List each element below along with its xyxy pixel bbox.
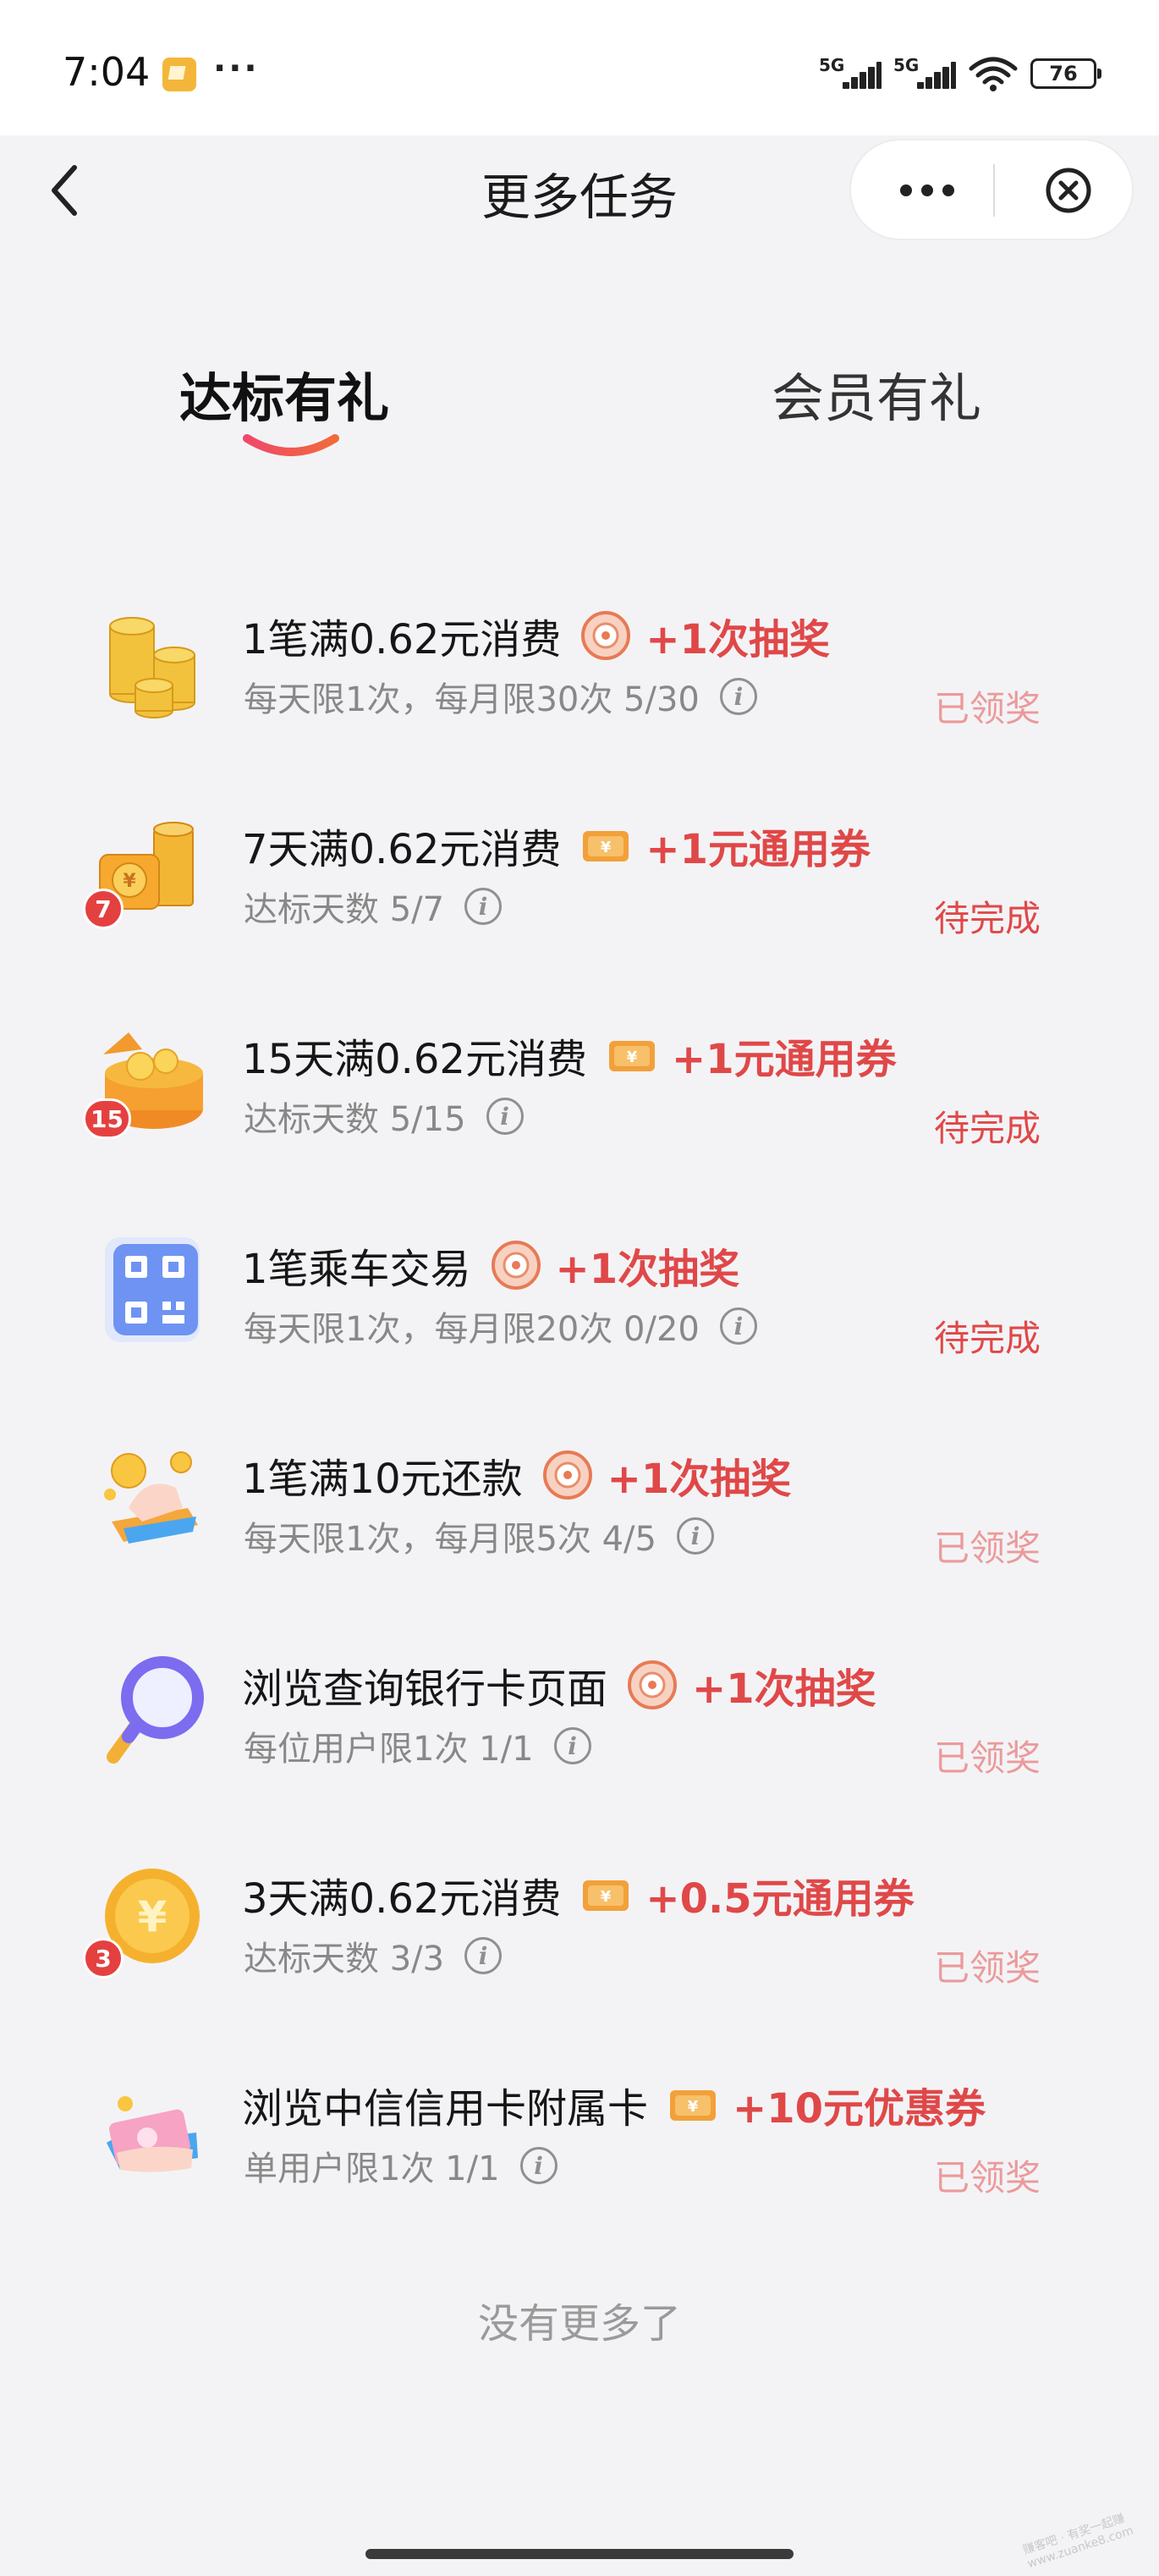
coupon-icon: ¥: [580, 1869, 632, 1921]
task-limit: 单用户限1次 1/1: [244, 2149, 500, 2188]
task-limit: 每天限1次，每月限30次 5/30: [244, 680, 700, 719]
close-circle-icon[interactable]: [1044, 166, 1093, 215]
capsule-divider: [993, 164, 995, 217]
task-reward: +1次抽奖: [555, 1246, 740, 1293]
home-indicator[interactable]: [365, 2549, 794, 2559]
lottery-disc-icon: [541, 1449, 594, 1501]
task-progress: 达标天数 5/15: [244, 1100, 466, 1139]
wifi-icon: [969, 57, 1018, 91]
tab-active-indicator: [243, 434, 339, 456]
signal-label: 5G: [893, 55, 920, 75]
hand-coin-icon: [104, 1451, 198, 1544]
task-title: 1笔乘车交易: [242, 1246, 471, 1293]
status-badge: 已领奖: [933, 688, 1041, 729]
task-reward: +1元通用券: [671, 1036, 897, 1083]
battery-icon: 76: [1030, 58, 1101, 89]
task-reward: +1次抽奖: [692, 1665, 876, 1713]
info-icon[interactable]: i: [486, 1098, 524, 1135]
status-badge: 待完成: [933, 1318, 1041, 1359]
info-icon[interactable]: i: [677, 1517, 714, 1555]
svg-text:¥: ¥: [627, 1049, 638, 1066]
info-icon[interactable]: i: [464, 888, 503, 925]
info-icon[interactable]: i: [719, 1307, 757, 1345]
battery-level: 76: [1049, 62, 1078, 85]
task-row[interactable]: ¥ 7 7天满0.62元消费 ¥ +1元通用券 达标天数 5/7 i 待完成: [0, 811, 1159, 997]
lottery-disc-icon: [626, 1659, 678, 1711]
task-reward: +1次抽奖: [645, 616, 831, 663]
task-reward: +1元通用券: [645, 826, 871, 873]
task-row[interactable]: 浏览查询银行卡页面 +1次抽奖 每位用户限1次 1/1 i 已领奖: [0, 1650, 1159, 1836]
magnifier-icon: [107, 1656, 204, 1764]
coin-stack-icon: [109, 617, 195, 718]
info-icon[interactable]: i: [719, 678, 757, 715]
task-limit: 每天限1次，每月限20次 0/20: [244, 1310, 700, 1349]
status-badge: 已领奖: [933, 1737, 1041, 1779]
status-badge: 待完成: [933, 898, 1041, 939]
svg-text:¥: ¥: [138, 1892, 168, 1941]
signal-label: 5G: [819, 55, 845, 75]
more-notifications-icon: ···: [213, 49, 260, 88]
task-title: 浏览中信信用卡附属卡: [242, 2085, 649, 2133]
lottery-disc-icon: [490, 1239, 542, 1291]
day-count-badge: 7: [83, 889, 124, 929]
info-icon[interactable]: i: [519, 2147, 558, 2184]
task-title: 1笔满10元还款: [242, 1456, 523, 1503]
lottery-disc-icon: [580, 609, 632, 662]
task-reward: +10元优惠券: [733, 2085, 986, 2133]
task-title: 15天满0.62元消费: [242, 1036, 587, 1083]
task-row[interactable]: 浏览中信信用卡附属卡 ¥ +10元优惠券 单用户限1次 1/1 i 已领奖: [0, 2070, 1159, 2256]
task-row[interactable]: 1笔乘车交易 +1次抽奖 每天限1次，每月限20次 0/20 i 待完成: [0, 1230, 1159, 1417]
tab-member-rewards[interactable]: 会员有礼: [772, 355, 981, 432]
signal-icon: 5G: [819, 55, 882, 92]
status-badge: 已领奖: [933, 1947, 1041, 1989]
svg-text:¥: ¥: [688, 2098, 699, 2116]
task-reward: +1次抽奖: [607, 1456, 792, 1503]
info-icon[interactable]: i: [464, 1937, 503, 1974]
info-icon[interactable]: i: [553, 1727, 591, 1764]
list-end-text: 没有更多了: [477, 2300, 681, 2348]
task-progress: 达标天数 3/3: [244, 1940, 445, 1979]
task-title: 1笔满0.62元消费: [242, 616, 562, 663]
notes-app-icon: [162, 58, 196, 91]
mini-program-capsule: [849, 139, 1134, 240]
task-limit: 每天限1次，每月限5次 4/5: [244, 1520, 656, 1559]
status-badge: 待完成: [933, 1108, 1041, 1149]
signal-icon: 5G: [893, 55, 956, 92]
day-count-badge: 3: [83, 1938, 124, 1979]
task-title: 3天满0.62元消费: [242, 1875, 562, 1923]
svg-text:¥: ¥: [601, 1888, 612, 1906]
coupon-icon: ¥: [580, 819, 632, 872]
task-progress: 达标天数 5/7: [244, 890, 445, 929]
task-row[interactable]: 15 15天满0.62元消费 ¥ +1元通用券 达标天数 5/15 i 待完成: [0, 1021, 1159, 1207]
svg-text:¥: ¥: [601, 839, 612, 856]
tab-standard-rewards[interactable]: 达标有礼: [179, 355, 389, 432]
task-row[interactable]: 1笔满0.62元消费 +1次抽奖 每天限1次，每月限30次 5/30 i 已领奖: [0, 601, 1159, 787]
more-dots-icon[interactable]: [893, 169, 961, 212]
watermark: 赚客吧 · 有奖一起赚 www.zuanke8.com: [1021, 2512, 1135, 2572]
coupon-icon: ¥: [667, 2078, 719, 2131]
hand-card-icon: [107, 2096, 198, 2172]
status-time: 7:04: [63, 49, 151, 95]
status-badge: 已领奖: [933, 1527, 1041, 1569]
task-limit: 每位用户限1次 1/1: [244, 1730, 534, 1769]
task-row[interactable]: ¥ 3 3天满0.62元消费 ¥ +0.5元通用券 达标天数 3/3 i 已领奖: [0, 1860, 1159, 2046]
task-reward: +0.5元通用券: [645, 1875, 915, 1923]
status-badge: 已领奖: [933, 2157, 1041, 2199]
task-title: 7天满0.62元消费: [242, 826, 562, 873]
svg-text:¥: ¥: [123, 871, 136, 892]
status-bar: 7:04 ··· 5G 5G 76 更多任务: [0, 0, 1159, 240]
coupon-icon: ¥: [606, 1029, 658, 1082]
task-title: 浏览查询银行卡页面: [242, 1665, 608, 1713]
day-count-badge: 15: [83, 1098, 131, 1139]
task-row[interactable]: 1笔满10元还款 +1次抽奖 每天限1次，每月限5次 4/5 i 已领奖: [0, 1440, 1159, 1627]
qr-code-icon: [105, 1237, 200, 1342]
